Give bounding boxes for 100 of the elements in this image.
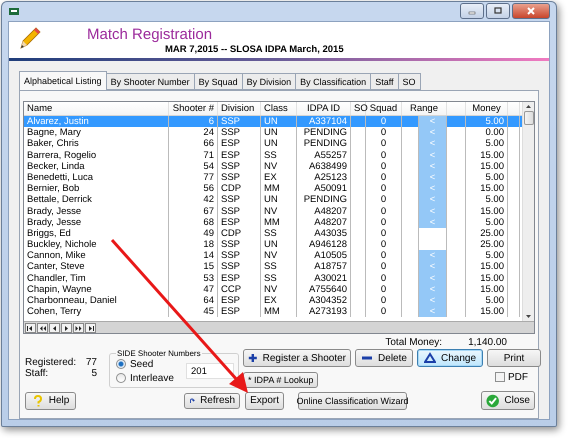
stat-value: 5 <box>90 368 97 380</box>
classification-wizard-button[interactable]: Online Classification Wizard <box>298 392 407 410</box>
table-cell: A50091 <box>297 183 351 194</box>
table-row[interactable]: Buckley, Nichole 18 SSP UN A946128 0 25.00 <box>24 239 522 250</box>
tab[interactable]: By Squad <box>194 73 243 90</box>
column-header[interactable]: SO <box>351 102 366 115</box>
column-header[interactable]: Range <box>402 102 447 115</box>
table-cell: 77 <box>169 172 218 184</box>
print-button[interactable]: Print <box>487 349 541 368</box>
close-window-button[interactable] <box>512 2 550 18</box>
table-cell: SSP <box>218 261 261 273</box>
table-row[interactable]: Cohen, Terry 45 ESP MM A273193 0 < 15.00 <box>24 306 522 318</box>
table-cell: A638499 <box>297 160 351 172</box>
table-cell: CDP <box>218 183 261 194</box>
table-cell: 71 <box>169 150 218 161</box>
navigation-button[interactable] <box>25 323 36 334</box>
table-row[interactable]: Cannon, Mike 14 SSP NV A10505 0 < 5.00 <box>24 250 522 262</box>
tab[interactable]: Staff <box>370 73 399 90</box>
navigation-button[interactable] <box>85 323 96 334</box>
table-cell: ESP <box>218 306 261 318</box>
table-cell: SSP <box>218 160 261 172</box>
scrollbar-thumb[interactable] <box>524 111 534 125</box>
table-row[interactable]: Bettale, Derrick 42 SSP UN PENDING 0 < 5.00 <box>24 194 522 206</box>
table-row[interactable]: Bagne, Mary 24 SSP UN PENDING 0 < 0.00 <box>24 127 522 138</box>
column-header[interactable]: Class <box>261 102 297 115</box>
column-header[interactable]: Money <box>466 102 508 115</box>
table-cell: MM <box>261 306 297 318</box>
column-header[interactable]: IDPA ID <box>297 102 351 115</box>
match-subtitle: MAR 7,2015 -- SLOSA IDPA March, 2015 <box>165 44 344 55</box>
table-cell: Charbonneau, Daniel <box>24 295 169 306</box>
idpa-lookup-button[interactable]: * IDPA # Lookup <box>243 372 318 388</box>
column-header[interactable]: Shooter # <box>169 102 218 115</box>
question-mark-icon <box>32 394 44 407</box>
range-cell: < <box>419 306 447 318</box>
scrollbar[interactable] <box>522 102 534 322</box>
table-cell: MM <box>261 216 297 228</box>
navigation-button[interactable] <box>49 323 60 334</box>
table-row[interactable]: Benedetti, Luca 77 SSP EX A25123 0 < 5.00 <box>24 172 522 184</box>
table-row[interactable]: Barrera, Rogelio 71 ESP SS A55257 0 < 15.00 <box>24 150 522 161</box>
table-cell: 5.00 <box>466 194 508 206</box>
range-cell: < <box>419 261 447 273</box>
first-record-icon <box>26 324 35 333</box>
table-row[interactable]: Brady, Jesse 68 ESP MM A48207 0 < 5.00 <box>24 216 522 228</box>
table-cell: 0 <box>366 138 402 150</box>
table-cell: 15.00 <box>466 160 508 172</box>
navigation-button[interactable] <box>37 323 48 334</box>
pdf-checkbox[interactable]: PDF <box>487 372 541 383</box>
table-row[interactable]: Becker, Linda 54 SSP NV A638499 0 < 15.00 <box>24 160 522 172</box>
table-cell: 0 <box>366 261 402 273</box>
range-cell: < <box>419 116 447 128</box>
export-button[interactable]: Export <box>245 392 284 410</box>
table-row[interactable]: Brady, Jesse 67 SSP NV A48207 0 < 15.00 <box>24 206 522 217</box>
table-cell: Brady, Jesse <box>24 216 169 228</box>
table-cell: CCP <box>218 284 261 296</box>
table-row[interactable]: Canter, Steve 15 SSP SS A18757 0 < 15.00 <box>24 261 522 273</box>
refresh-button[interactable]: Refresh <box>184 392 240 409</box>
table-cell: 0 <box>366 150 402 161</box>
seed-number-field[interactable]: 201 <box>186 363 234 380</box>
column-header[interactable]: Division <box>218 102 261 115</box>
range-cell: < <box>419 150 447 161</box>
table-cell: Baker, Chris <box>24 138 169 150</box>
total-value: 1,140.00 <box>468 337 507 350</box>
table-row[interactable]: Briggs, Ed 49 CDP SS A43035 0 25.00 <box>24 228 522 240</box>
delete-button[interactable]: Delete <box>355 349 413 368</box>
table-cell: ESP <box>218 216 261 228</box>
table-cell: Bettale, Derrick <box>24 194 169 206</box>
column-header[interactable]: Squad <box>366 102 402 115</box>
table-row[interactable]: Chapin, Wayne 47 CCP NV A755640 0 < 15.00 <box>24 284 522 295</box>
table-cell: 0 <box>366 239 402 250</box>
table-cell: ESP <box>218 138 261 150</box>
navigation-button[interactable] <box>73 323 84 334</box>
maximize-button[interactable] <box>486 2 510 18</box>
table-row[interactable]: Bernier, Bob 56 CDP MM A50091 0 < 15.00 <box>24 183 522 194</box>
table-cell: UN <box>261 127 297 138</box>
tab[interactable]: By Shooter Number <box>106 73 195 90</box>
table-cell: 15.00 <box>466 306 508 318</box>
table-row[interactable]: Baker, Chris 66 ESP UN PENDING 0 < 5.00 <box>24 138 522 150</box>
radio-option[interactable]: Interleave <box>116 372 180 384</box>
total-label: Total Money: <box>385 337 442 350</box>
register-shooter-button[interactable]: Register a Shooter <box>243 349 351 368</box>
minimize-button[interactable] <box>460 2 484 18</box>
navigation-button[interactable] <box>61 323 72 334</box>
tab[interactable]: Alphabetical Listing <box>19 71 107 90</box>
tab[interactable]: SO <box>398 73 421 90</box>
change-button[interactable]: Change <box>417 349 483 368</box>
table-row[interactable]: Charbonneau, Daniel 64 ESP EX A304352 0 < 5.00 <box>24 295 522 306</box>
table-row[interactable]: Chandler, Tim 53 ESP SS A30021 0 < 15.00 <box>24 272 522 284</box>
table-cell: 18 <box>169 239 218 250</box>
close-button[interactable]: Close <box>481 391 535 410</box>
table-cell: CDP <box>218 228 261 240</box>
tab[interactable]: By Classification <box>295 73 372 90</box>
column-header[interactable]: Name <box>24 102 169 115</box>
table-cell: 0 <box>366 183 402 194</box>
table-cell: 5.00 <box>466 250 508 262</box>
table-cell: Brady, Jesse <box>24 206 169 217</box>
radio-option[interactable]: Seed <box>116 358 180 370</box>
help-button[interactable]: Help <box>25 392 76 410</box>
tab[interactable]: By Division <box>242 73 296 90</box>
table-cell: A25123 <box>297 172 351 184</box>
table-cell: SSP <box>218 116 261 128</box>
